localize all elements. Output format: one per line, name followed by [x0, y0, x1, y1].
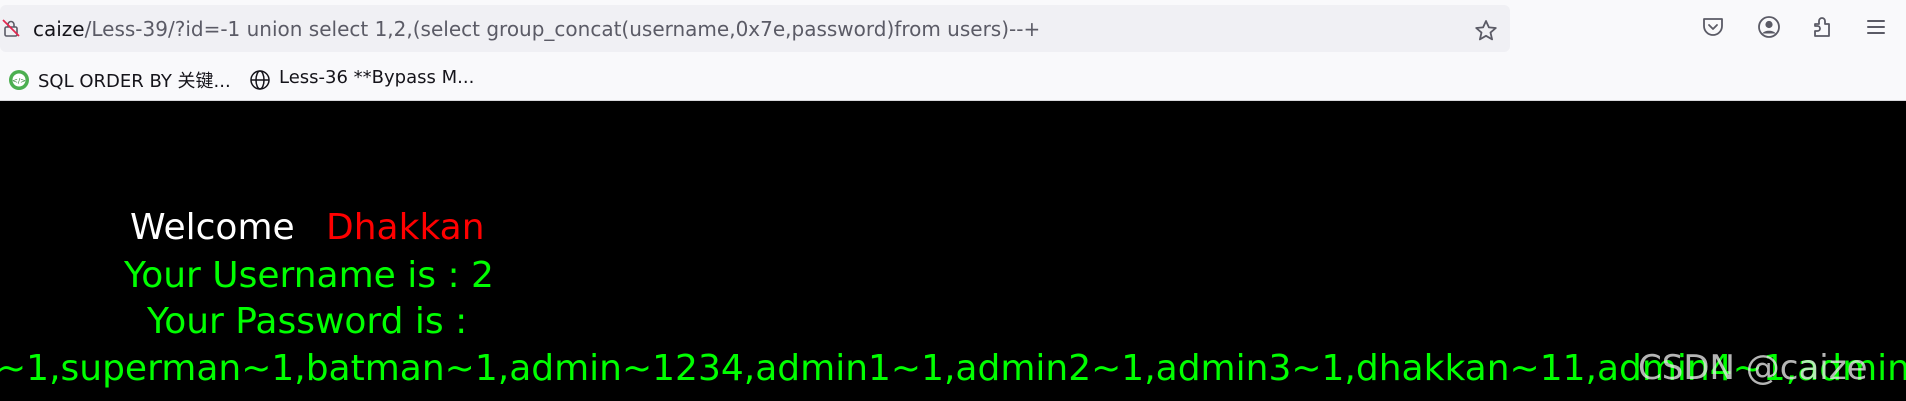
browser-toolbar: caize/Less-39/?id=-1 union select 1,2,(s…: [0, 0, 1906, 101]
bookmark-label: SQL ORDER BY 关键...: [38, 71, 231, 92]
pocket-icon[interactable]: [1700, 14, 1726, 40]
url-text[interactable]: caize/Less-39/?id=-1 union select 1,2,(s…: [33, 17, 1040, 41]
globe-icon: [250, 70, 270, 90]
site-info-icon[interactable]: [2, 19, 20, 37]
url-host: caize: [33, 17, 85, 41]
welcome-name: Dhakkan: [326, 207, 485, 248]
bookmarks-bar: </> SQL ORDER BY 关键... Less-36 **Bypass …: [0, 62, 1906, 96]
menu-icon[interactable]: [1863, 14, 1889, 40]
bookmark-label: Less-36 **Bypass M...: [279, 67, 475, 88]
svg-text:</>: </>: [12, 77, 26, 85]
username-line: Your Username is : 2: [124, 255, 494, 296]
extensions-icon[interactable]: [1810, 14, 1836, 40]
page-content: Welcome Dhakkan Your Username is : 2 You…: [0, 101, 1906, 401]
welcome-text: Welcome: [130, 207, 295, 248]
account-icon[interactable]: [1756, 14, 1782, 40]
site-favicon: </>: [9, 70, 29, 90]
star-icon[interactable]: [1473, 18, 1499, 44]
url-path: /Less-39/?id=-1 union select 1,2,(select…: [84, 17, 1041, 41]
watermark: CSDN @caize: [1638, 348, 1868, 388]
password-label: Your Password is :: [147, 301, 468, 342]
address-bar[interactable]: caize/Less-39/?id=-1 union select 1,2,(s…: [0, 5, 1510, 52]
password-dump: ~1,superman~1,batman~1,admin~1234,admin1…: [0, 348, 1906, 389]
